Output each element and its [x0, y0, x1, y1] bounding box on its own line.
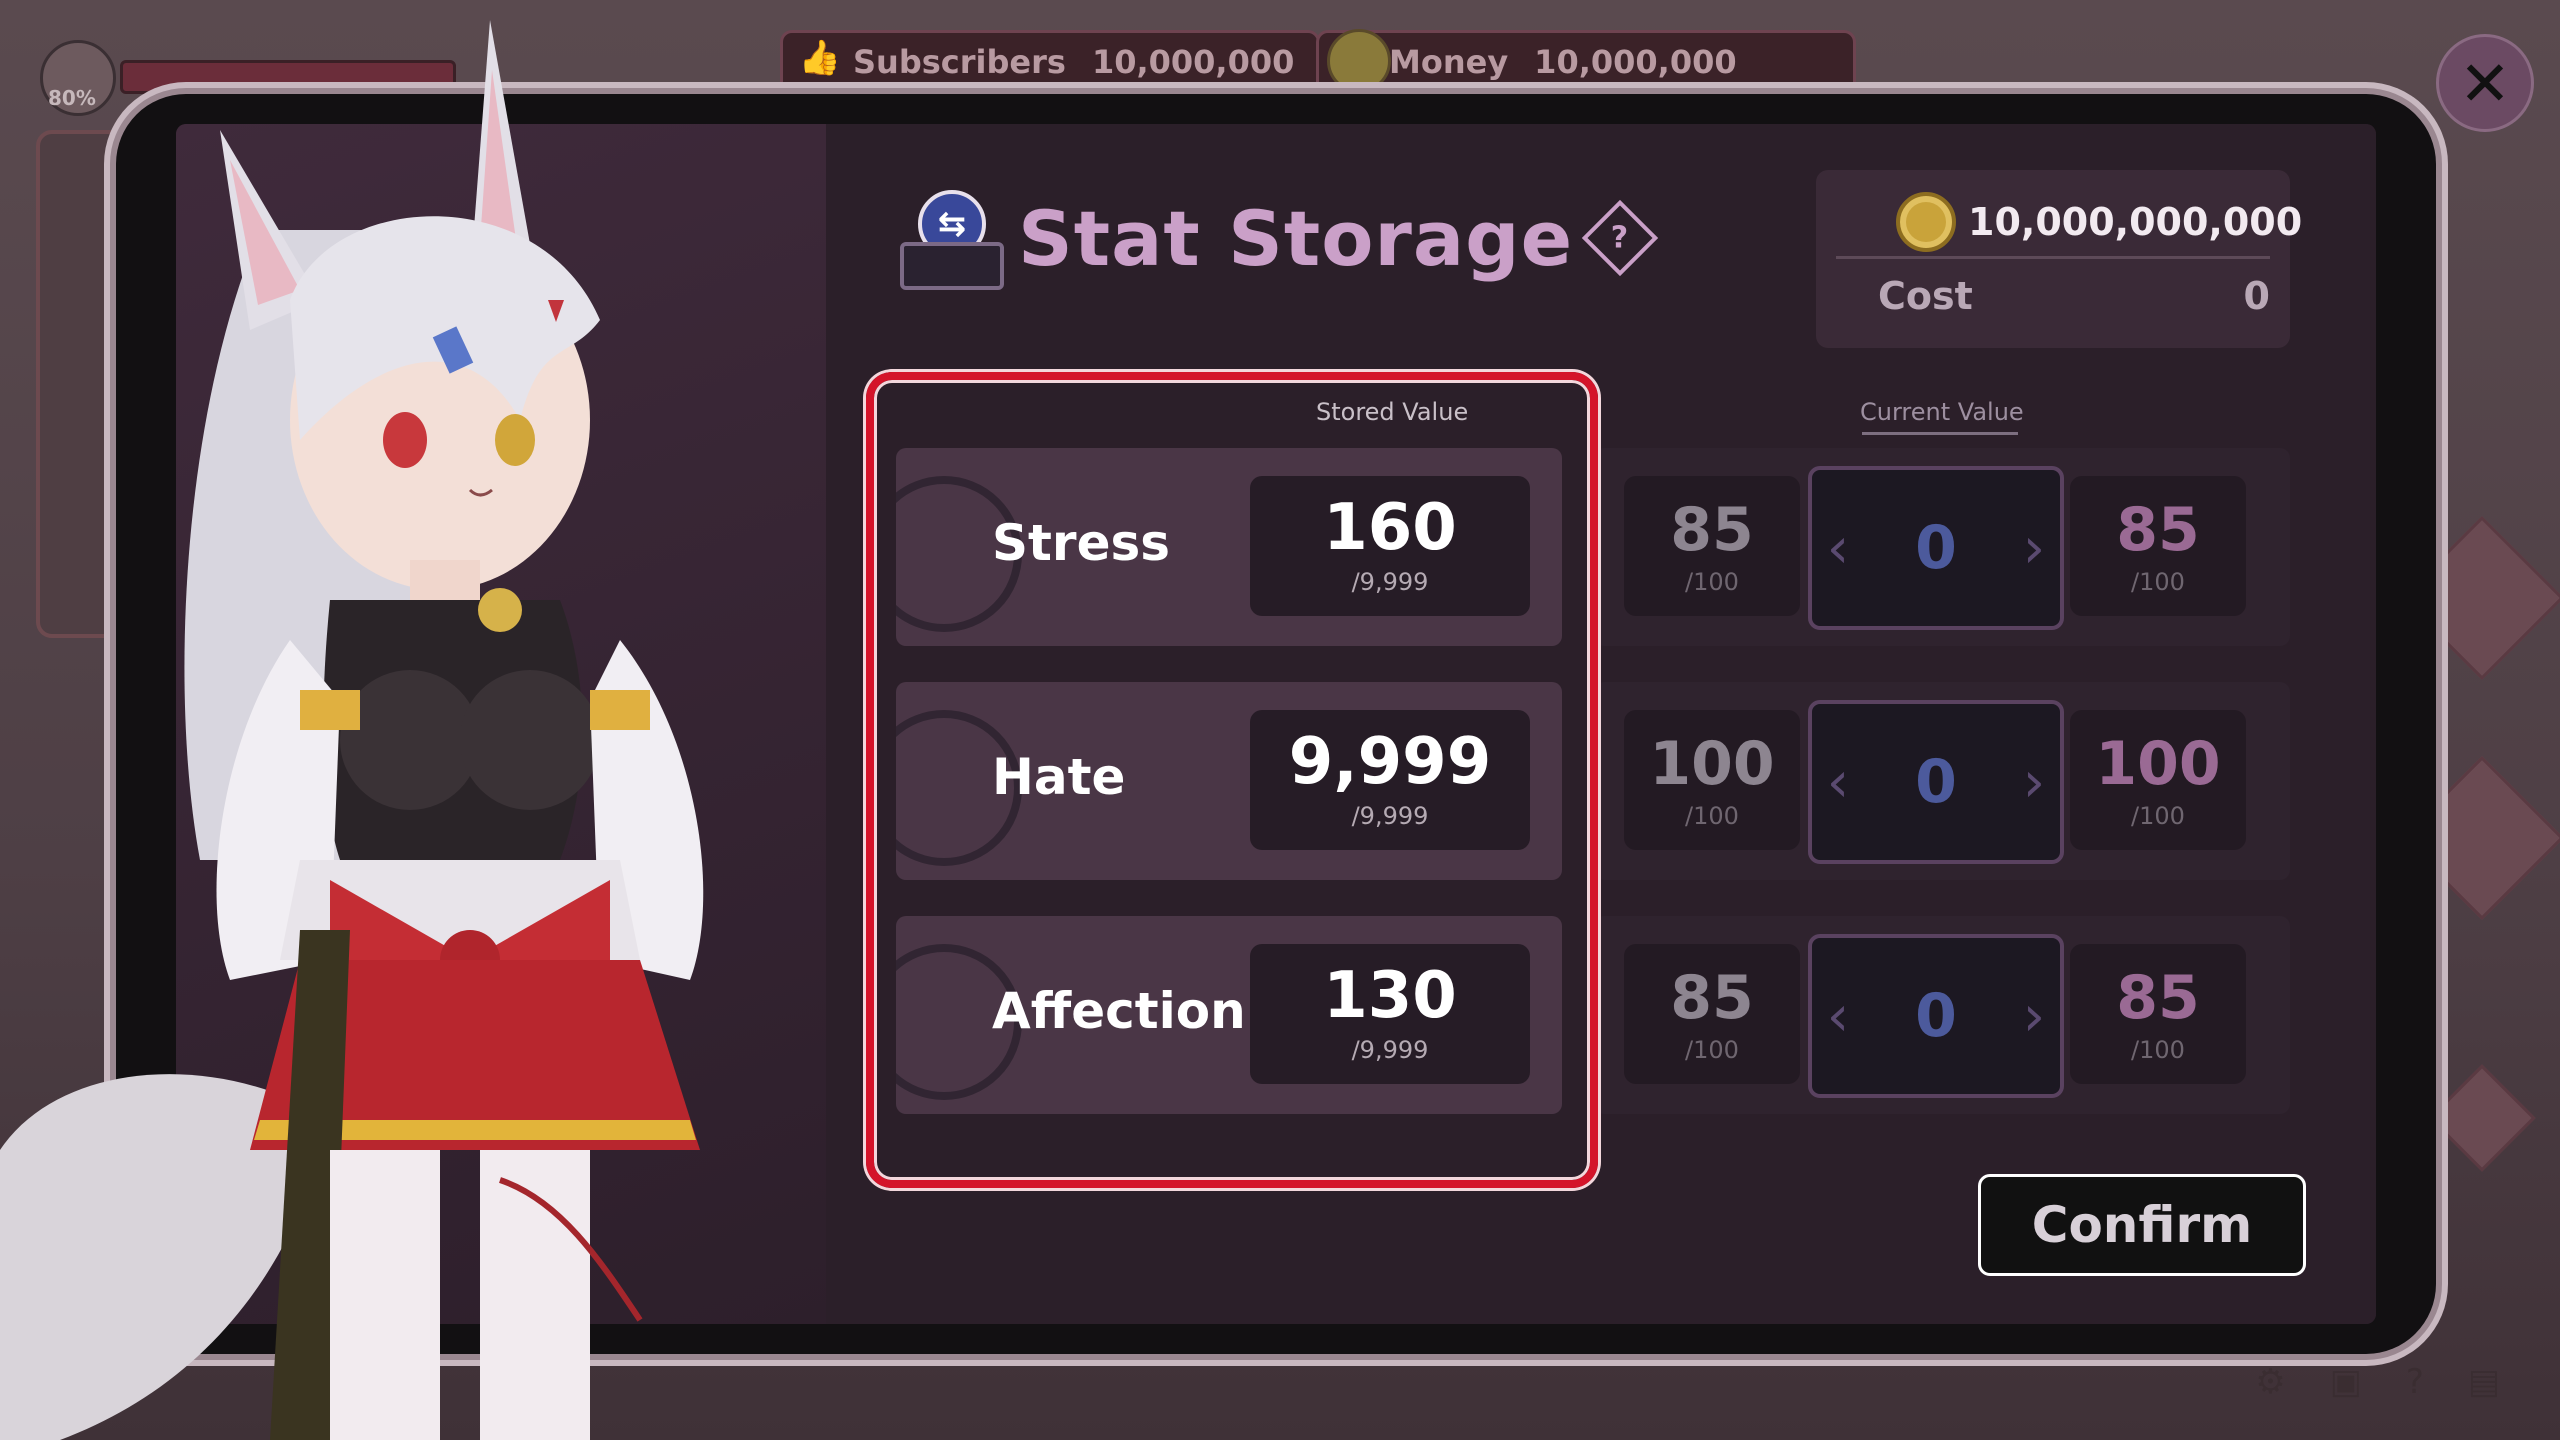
result-max: /100	[2131, 568, 2185, 596]
increment-button[interactable]: ›	[2008, 966, 2060, 1066]
help-icon[interactable]: ?	[2406, 1362, 2424, 1402]
result-value-box: 100 /100	[2070, 710, 2246, 850]
stored-value-header: Stored Value	[1316, 398, 1469, 426]
money-value: 10,000,000	[1534, 43, 1737, 81]
result-max: /100	[2131, 1036, 2185, 1064]
result-value: 85	[2116, 495, 2200, 565]
current-value-box: 85 /100	[1624, 944, 1800, 1084]
current-max: /100	[1685, 1036, 1739, 1064]
stat-name: Stress	[992, 514, 1171, 572]
stored-value-box: 130 /9,999	[1250, 944, 1530, 1084]
decrement-button[interactable]: ‹	[1812, 732, 1864, 832]
subscribers-value: 10,000,000	[1091, 43, 1295, 81]
result-value: 100	[2095, 729, 2221, 799]
subscribers-label: Subscribers	[853, 43, 1066, 81]
stat-name: Hate	[992, 748, 1126, 806]
stat-row-stress: Stress 160 /9,999	[896, 448, 1562, 646]
stored-value-box: 160 /9,999	[1250, 476, 1530, 616]
settings-icon[interactable]: ⚙	[2255, 1362, 2285, 1402]
transfer-amount: 0	[1915, 981, 1957, 1051]
cost-summary: 10,000,000,000 Cost 0	[1816, 170, 2302, 348]
title-text: Stat Storage	[1018, 193, 1574, 283]
current-row-affection: 85 /100 ‹ 0 › 85 /100	[1594, 916, 2290, 1114]
cost-value: 0	[2243, 274, 2270, 318]
increment-button[interactable]: ›	[2008, 732, 2060, 832]
money-label: Money	[1389, 43, 1509, 81]
transfer-stepper[interactable]: ‹ 0 ›	[1808, 934, 2064, 1098]
transfer-amount: 0	[1915, 513, 1957, 583]
current-row-stress: 85 /100 ‹ 0 › 85 /100	[1594, 448, 2290, 646]
dialog-title: ⇆ Stat Storage ?	[900, 190, 1659, 290]
divider	[1836, 256, 2270, 259]
bottom-toolbar: ⚙ ▣ ? ▤	[2255, 1362, 2500, 1402]
stored-value: 9,999	[1288, 725, 1492, 799]
result-max: /100	[2131, 802, 2185, 830]
save-icon[interactable]: ▣	[2330, 1362, 2362, 1402]
decrement-button[interactable]: ‹	[1812, 498, 1864, 598]
stat-row-affection: Affection 130 /9,999	[896, 916, 1562, 1114]
current-value: 85	[1670, 963, 1754, 1033]
mood-bar	[120, 60, 456, 94]
mood-percent: 80%	[48, 86, 96, 110]
transfer-stepper[interactable]: ‹ 0 ›	[1808, 466, 2064, 630]
character-art-panel	[176, 124, 836, 1324]
coin-icon	[1896, 192, 1956, 252]
close-button[interactable]: ✕	[2436, 34, 2534, 132]
result-value: 85	[2116, 963, 2200, 1033]
stat-row-hate: Hate 9,999 /9,999	[896, 682, 1562, 880]
result-value-box: 85 /100	[2070, 476, 2246, 616]
confirm-button[interactable]: Confirm	[1978, 1174, 2306, 1276]
cost-label: Cost	[1878, 274, 1973, 318]
increment-button[interactable]: ›	[2008, 498, 2060, 598]
decrement-button[interactable]: ‹	[1812, 966, 1864, 1066]
streak-icon	[2428, 1064, 2536, 1172]
thumbs-up-icon: 👍	[798, 38, 842, 78]
current-value: 100	[1649, 729, 1775, 799]
stored-max: /9,999	[1351, 568, 1429, 596]
money-counter: Money 10,000,000	[1316, 29, 1856, 94]
balance-value: 10,000,000,000	[1968, 200, 2303, 244]
current-value-box: 85 /100	[1624, 476, 1800, 616]
current-max: /100	[1685, 802, 1739, 830]
coin-icon	[1327, 29, 1391, 93]
stored-value: 130	[1323, 959, 1457, 1033]
current-row-hate: 100 /100 ‹ 0 › 100 /100	[1594, 682, 2290, 880]
stored-max: /9,999	[1351, 802, 1429, 830]
current-max: /100	[1685, 568, 1739, 596]
transfer-amount: 0	[1915, 747, 1957, 817]
help-icon[interactable]: ?	[1581, 199, 1659, 277]
result-value-box: 85 /100	[2070, 944, 2246, 1084]
gallery-icon[interactable]: ▤	[2468, 1362, 2500, 1402]
stored-max: /9,999	[1351, 1036, 1429, 1064]
stored-value: 160	[1323, 491, 1457, 565]
stat-transfer-icon: ⇆	[900, 190, 1004, 290]
subscribers-counter: 👍 Subscribers 10,000,000	[780, 30, 1320, 94]
header-underline	[1862, 432, 2018, 435]
side-menu	[2399, 480, 2560, 1220]
current-value-header: Current Value	[1860, 398, 2024, 426]
transfer-stepper[interactable]: ‹ 0 ›	[1808, 700, 2064, 864]
current-value: 85	[1670, 495, 1754, 565]
stored-value-box: 9,999 /9,999	[1250, 710, 1530, 850]
stat-name: Affection	[992, 982, 1246, 1040]
current-value-box: 100 /100	[1624, 710, 1800, 850]
